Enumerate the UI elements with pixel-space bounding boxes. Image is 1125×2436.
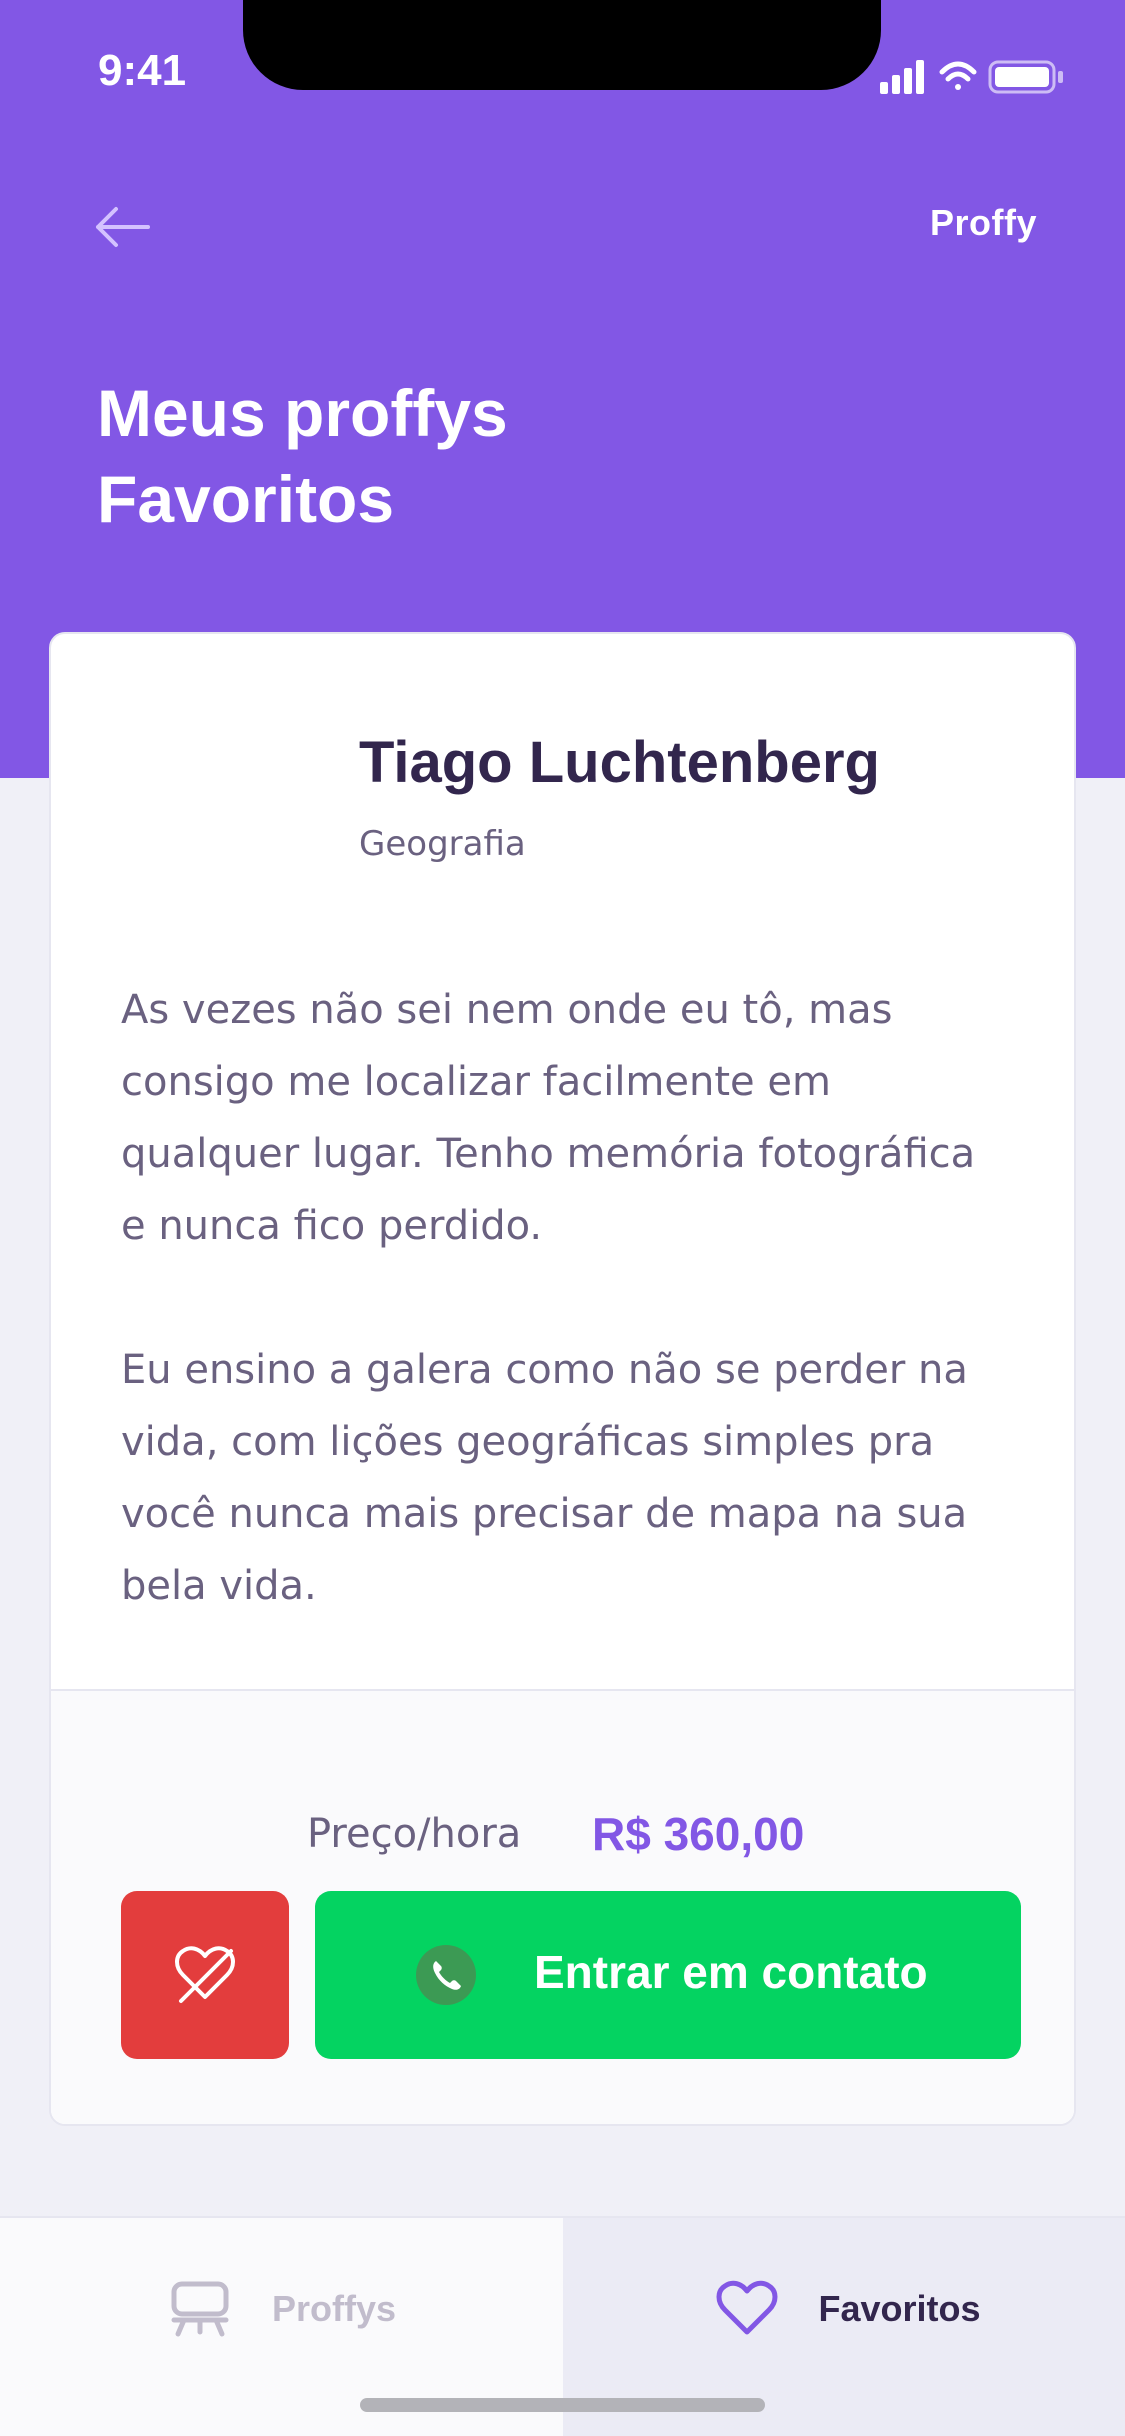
page-title-line1: Meus proffys: [97, 376, 508, 450]
contact-button-label: Entrar em contato: [534, 1946, 928, 1998]
bio-paragraph: Eu ensino a galera como não se perder na…: [121, 1347, 968, 1609]
contact-button[interactable]: Entrar em contato: [315, 1891, 1021, 2059]
tab-favoritos-label: Favoritos: [818, 2288, 981, 2329]
status-time: 9:41: [98, 46, 187, 95]
teacher-subject: Geografia: [359, 824, 526, 864]
status-icons: [880, 60, 1063, 94]
page-title-line2: Favoritos: [97, 462, 395, 536]
back-arrow-icon[interactable]: [92, 202, 152, 252]
bio-paragraph: As vezes não sei nem onde eu tô, mas con…: [121, 987, 976, 1249]
easel-icon: [171, 2281, 229, 2337]
wifi-icon: [939, 61, 977, 90]
heart-icon: [716, 2280, 777, 2335]
teacher-name: Tiago Luchtenberg: [359, 730, 880, 795]
price-label: Preço/hora: [307, 1811, 522, 1857]
device-notch: [243, 0, 881, 90]
whatsapp-icon: [416, 1945, 476, 2005]
unfavorite-button[interactable]: [121, 1891, 289, 2059]
tab-proffys-label: Proffys: [272, 2288, 397, 2329]
battery-icon: [988, 60, 1063, 94]
signal-icon: [880, 60, 924, 94]
price-value: R$ 360,00: [592, 1808, 805, 1860]
heart-outline-icon: [175, 1946, 235, 2003]
brand-logo: Proffy: [930, 202, 1038, 243]
page-title: Meus proffys Favoritos: [97, 370, 797, 542]
home-indicator: [360, 2398, 765, 2412]
teacher-card: Tiago Luchtenberg Geografia As vezes não…: [49, 632, 1076, 2126]
teacher-bio: As vezes não sei nem onde eu tô, mas con…: [121, 974, 1011, 1622]
card-footer: Preço/hora R$ 360,00 Entrar em contato: [51, 1689, 1074, 2124]
